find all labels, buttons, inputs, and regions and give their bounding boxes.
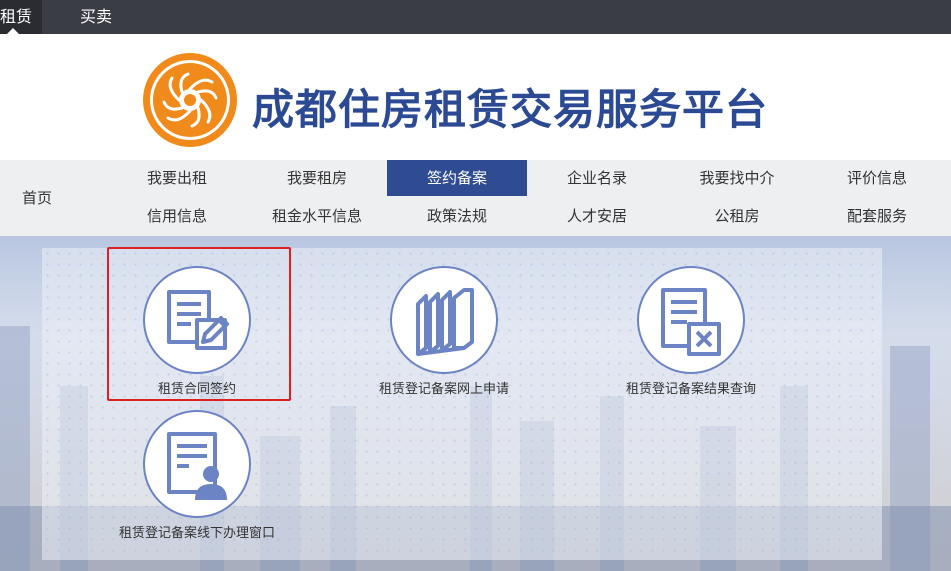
service-offline-window[interactable]: 租赁登记备案线下办理窗口	[87, 410, 307, 541]
nav-item-find-rental[interactable]: 我要租房	[260, 160, 374, 196]
nav-item-contract-filing[interactable]: 签约备案	[387, 160, 527, 196]
service-filing-query-label: 租赁登记备案结果查询	[625, 382, 756, 397]
nav-item-find-agent[interactable]: 我要找中介	[680, 160, 794, 196]
nav-item-company-directory[interactable]: 企业名录	[540, 160, 654, 196]
service-offline-window-label: 租赁登记备案线下办理窗口	[118, 526, 275, 541]
nav-item-list-property[interactable]: 我要出租	[120, 160, 234, 196]
service-contract-sign[interactable]: 租赁合同签约	[87, 266, 307, 397]
service-offline-window-circle	[143, 410, 251, 518]
nav-item-rent-level[interactable]: 租金水平信息	[260, 198, 374, 234]
service-online-filing-label: 租赁登记备案网上申请	[378, 382, 509, 397]
service-filing-query-circle	[637, 266, 745, 374]
tab-rent[interactable]: 租赁	[0, 0, 42, 34]
tab-rent-label: 租赁	[0, 7, 33, 26]
nav-item-credit-info[interactable]: 信用信息	[120, 198, 234, 234]
service-contract-sign-circle	[143, 266, 251, 374]
tab-buy-sell[interactable]: 买卖	[80, 0, 120, 34]
nav-item-policies[interactable]: 政策法规	[400, 198, 514, 234]
service-filing-query[interactable]: 租赁登记备案结果查询	[581, 266, 801, 397]
nav-item-talent-housing[interactable]: 人才安居	[540, 198, 654, 234]
service-online-filing[interactable]: 租赁登记备案网上申请	[334, 266, 554, 397]
nav-item-support-services[interactable]: 配套服务	[820, 198, 934, 234]
service-contract-sign-label: 租赁合同签约	[157, 382, 236, 397]
service-online-filing-circle	[390, 266, 498, 374]
nav-item-public-rental[interactable]: 公租房	[680, 198, 794, 234]
document-query-icon	[661, 288, 721, 356]
contract-sign-icon	[167, 290, 229, 350]
nav-home[interactable]: 首页	[0, 160, 74, 236]
top-bar: 租赁 买卖	[0, 0, 951, 34]
main-nav: 首页 我要出租 我要租房 签约备案 企业名录 我要找中介 评价信息 信用信息 租…	[0, 160, 951, 236]
tab-buy-sell-label: 买卖	[80, 7, 113, 26]
site-title: 成都住房租赁交易服务平台	[252, 85, 769, 134]
files-binder-icon	[416, 288, 474, 356]
nav-item-reviews[interactable]: 评价信息	[820, 160, 934, 196]
site-logo[interactable]	[142, 52, 238, 148]
site-header: 成都住房租赁交易服务平台	[0, 34, 951, 160]
document-person-icon	[167, 432, 227, 500]
